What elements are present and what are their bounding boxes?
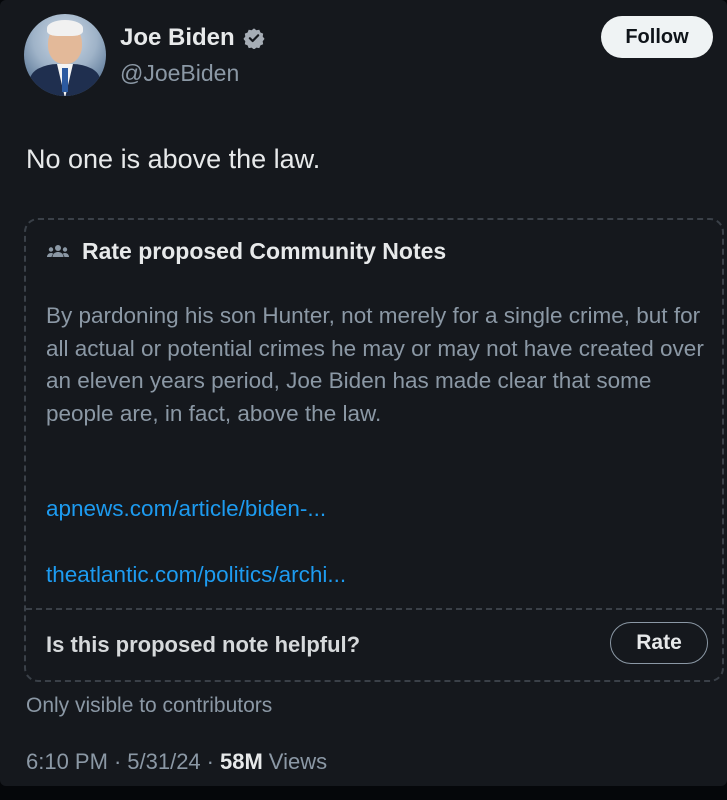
tweet-meta: 6:10 PM · 5/31/24 · 58M Views — [26, 749, 327, 775]
tweet-time[interactable]: 6:10 PM — [26, 749, 108, 775]
follow-button[interactable]: Follow — [601, 16, 713, 58]
author-name[interactable]: Joe Biden — [120, 24, 235, 52]
visibility-note: Only visible to contributors — [26, 694, 273, 717]
avatar-hair — [47, 20, 83, 36]
tweet-card: Joe Biden @JoeBiden Follow No one is abo… — [0, 0, 727, 786]
community-notes-panel: Rate proposed Community Notes By pardoni… — [24, 218, 724, 682]
views-count[interactable]: 58M — [220, 749, 263, 775]
community-notes-title: Rate proposed Community Notes — [82, 238, 447, 264]
note-body-text: By pardoning his son Hunter, not merely … — [46, 303, 704, 426]
views-label: Views — [268, 749, 328, 774]
author-handle[interactable]: @JoeBiden — [120, 60, 239, 87]
meta-separator: · — [206, 749, 214, 774]
tweet-date[interactable]: 5/31/24 — [127, 749, 200, 775]
verified-badge-icon — [243, 27, 265, 50]
rate-button[interactable]: Rate — [610, 622, 708, 664]
source-link-theatlantic[interactable]: theatlantic.com/politics/archi... — [46, 562, 346, 588]
community-notes-header: Rate proposed Community Notes — [46, 238, 446, 265]
avatar-tie — [62, 68, 68, 92]
meta-separator: · — [113, 749, 122, 774]
tweet-text: No one is above the law. — [26, 144, 321, 174]
people-icon — [46, 240, 70, 264]
helpful-question: Is this proposed note helpful? — [46, 632, 361, 657]
divider — [26, 608, 722, 610]
background-strip — [0, 786, 727, 800]
avatar[interactable] — [24, 14, 106, 96]
source-link-apnews[interactable]: apnews.com/article/biden-... — [46, 496, 326, 522]
author-name-row: Joe Biden — [120, 24, 265, 52]
